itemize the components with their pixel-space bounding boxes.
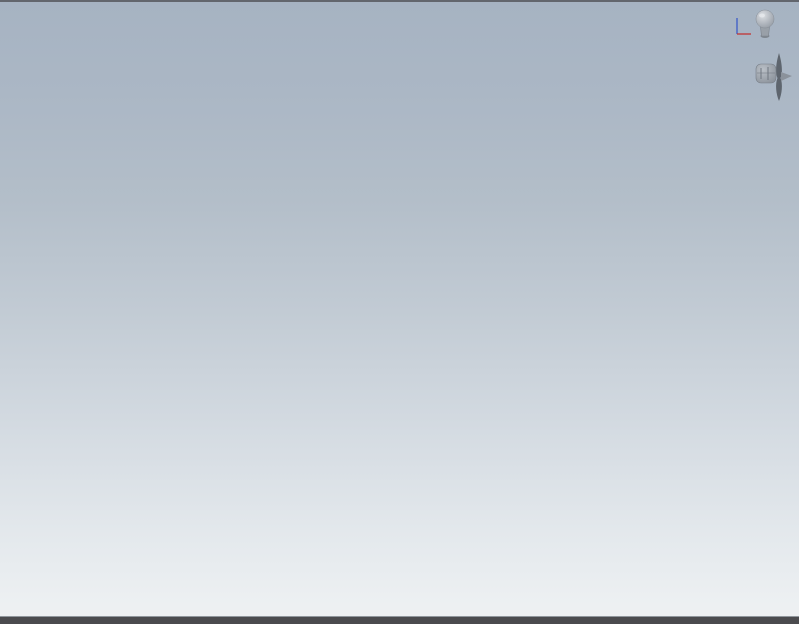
viewport-top-border <box>0 0 799 2</box>
tree-node-icon[interactable] <box>748 50 796 104</box>
viewport-bottom-border <box>0 616 799 624</box>
viewport-3d-scene[interactable] <box>0 0 799 624</box>
lightbulb-icon[interactable] <box>750 6 782 48</box>
polygon-stats-panel <box>10 17 160 20</box>
viewport-window <box>0 0 799 624</box>
